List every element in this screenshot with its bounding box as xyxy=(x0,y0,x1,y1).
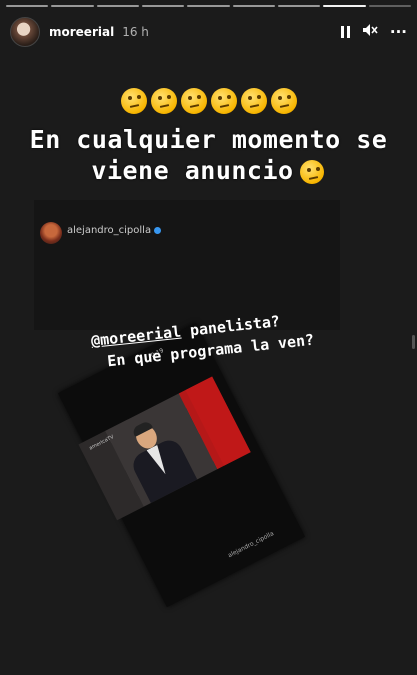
more-options-icon[interactable]: ··· xyxy=(390,23,407,41)
progress-segment xyxy=(368,5,411,7)
story-header: moreerial 16 h ··· xyxy=(10,14,407,50)
progress-segment xyxy=(277,5,321,7)
progress-segment-current xyxy=(323,5,366,7)
thinking-face-icon xyxy=(180,88,207,114)
progress-segment xyxy=(141,5,185,7)
thinking-face-icon xyxy=(299,160,324,184)
progress-segment xyxy=(187,5,230,7)
progress-segment xyxy=(6,5,49,7)
repost-username[interactable]: alejandro_cipolla xyxy=(67,225,151,236)
verified-badge-icon xyxy=(154,226,162,234)
caption-line2: viene anuncio xyxy=(91,156,294,185)
caption-line1: En cualquier momento se xyxy=(29,125,388,154)
thinking-face-icon xyxy=(210,88,237,114)
video-background-red xyxy=(185,376,251,466)
thinking-face-icon xyxy=(270,88,297,114)
story-progress-bar xyxy=(6,5,411,7)
thinking-face-icon xyxy=(150,88,177,114)
next-story-hint[interactable] xyxy=(412,335,415,349)
progress-segment xyxy=(96,5,139,7)
progress-segment xyxy=(51,5,94,7)
caption-line2-wrap: viene anuncio xyxy=(0,155,417,186)
repost-username-wrap[interactable]: alejandro_cipolla xyxy=(67,225,162,236)
thinking-face-icon xyxy=(120,88,147,114)
timestamp: 16 h xyxy=(122,25,149,39)
video-thumbnail[interactable]: americaTV xyxy=(78,376,251,521)
pause-icon[interactable] xyxy=(340,26,350,38)
channel-logo: americaTV xyxy=(88,434,115,452)
story-caption: En cualquier momento se viene anuncio xyxy=(0,124,417,186)
progress-segment xyxy=(232,5,275,7)
repost-avatar[interactable] xyxy=(40,222,62,244)
thinking-emoji-row xyxy=(0,88,417,114)
thinking-face-icon xyxy=(240,88,267,114)
speaker-muted-icon[interactable] xyxy=(362,23,378,41)
speaker-muted-glyph xyxy=(362,24,378,36)
story-controls: ··· xyxy=(340,23,407,41)
avatar[interactable] xyxy=(10,17,40,47)
card-handle: alejandro_cipolla xyxy=(226,530,276,560)
username[interactable]: moreerial xyxy=(49,25,114,39)
